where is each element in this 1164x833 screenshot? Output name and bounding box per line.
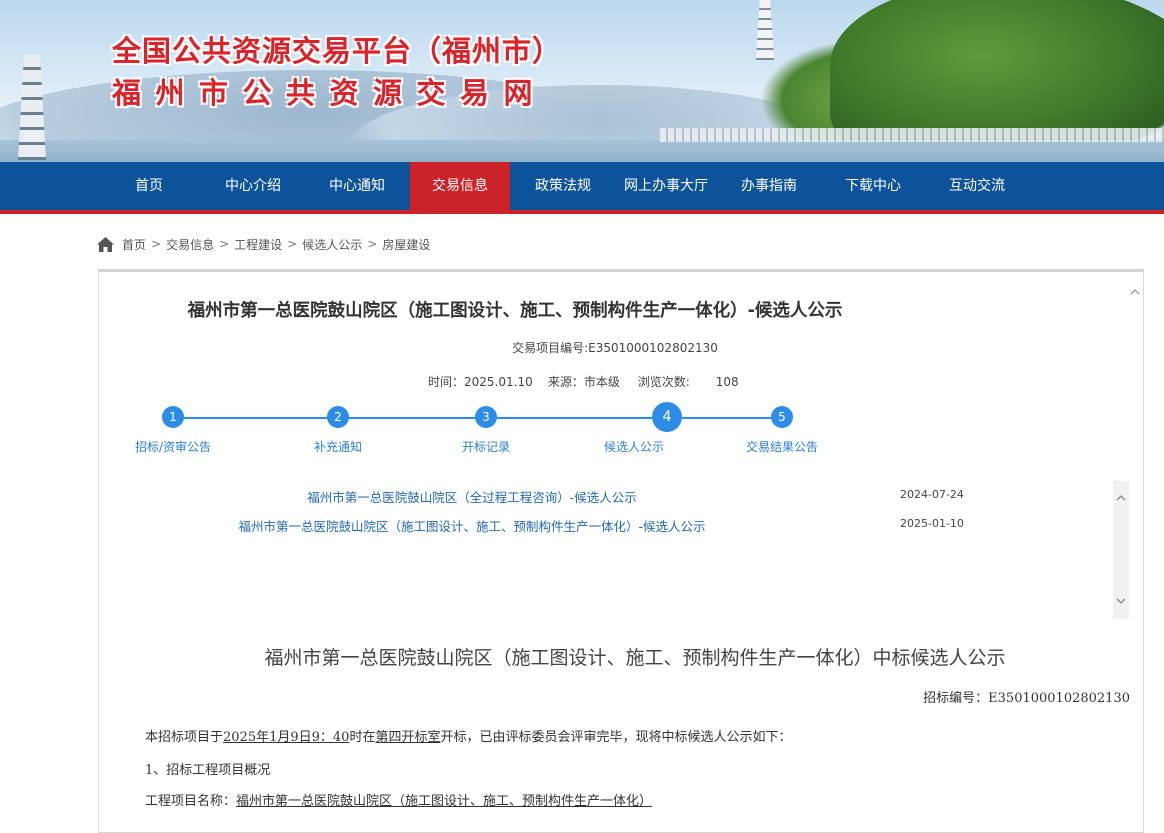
para1-room: 第四开标室 [375,730,441,745]
step-label-3[interactable]: 开标记录 [462,438,510,455]
breadcrumb-candidates[interactable]: 候选人公示 [302,236,362,253]
nav-item-online-hall[interactable]: 网上办事大厅 [612,162,720,210]
breadcrumb-trade-info[interactable]: 交易信息 [166,236,214,253]
banner-water [0,140,1164,162]
views-value: 108 [715,375,739,389]
page-title: 福州市第一总医院鼓山院区（施工图设计、施工、预制构件生产一体化）-候选人公示 [187,301,843,321]
header-banner: 全国公共资源交易平台（福州市） 福州市公共资源交易网 [0,0,1164,162]
project-name-line: 工程项目名称：福州市第一总医院鼓山院区（施工图设计、施工、预制构件生产一体化） [145,790,652,809]
breadcrumb-separator: > [287,237,298,251]
related-date-1: 2024-07-24 [900,488,964,501]
para1-text-a: 本招标项目于 [145,730,224,745]
nav-item-policy[interactable]: 政策法规 [512,162,614,210]
related-link-2[interactable]: 福州市第一总医院鼓山院区（施工图设计、施工、预制构件生产一体化）-候选人公示 [238,516,705,535]
time-label: 时间： [428,375,465,389]
step-label-1[interactable]: 招标/资审公告 [135,438,211,455]
section-heading-1: 1、招标工程项目概况 [145,763,271,778]
chevron-up-icon[interactable] [1130,287,1140,297]
breadcrumb-home[interactable]: 首页 [122,236,146,253]
step-label-4[interactable]: 候选人公示 [604,438,664,455]
para1-text-c: 开标，已由评标委员会评审完毕，现将中标候选人公示如下： [440,730,792,745]
meta-info: 时间：2025.01.10 来源：市本级 浏览次数: 108 [428,373,739,390]
nav-item-trade-info[interactable]: 交易信息 [410,162,510,210]
project-code-label: 交易项目编号: [512,341,589,355]
step-3[interactable]: 3 [475,406,497,428]
nav-item-about[interactable]: 中心介绍 [202,162,304,210]
project-code-value: E3501000102802130 [588,341,718,355]
banner-railing [660,128,1164,142]
tender-code: 招标编号：E3501000102802130 [923,691,1130,706]
nav-item-home[interactable]: 首页 [98,162,200,210]
project-name-value: 福州市第一总医院鼓山院区（施工图设计、施工、预制构件生产一体化） [236,794,653,809]
nav-item-interaction[interactable]: 互动交流 [926,162,1028,210]
breadcrumb-construction[interactable]: 工程建设 [234,236,282,253]
views-label: 浏览次数: [637,375,690,389]
step-1[interactable]: 1 [162,406,184,428]
step-label-2[interactable]: 补充通知 [314,438,362,455]
related-link-1[interactable]: 福州市第一总医院鼓山院区（全过程工程咨询）-候选人公示 [307,487,637,506]
nav-item-downloads[interactable]: 下载中心 [822,162,924,210]
source-value: 市本级 [583,375,620,389]
breadcrumb: 首页 > 交易信息 > 工程建设 > 候选人公示 > 房屋建设 [97,234,430,254]
project-code: 交易项目编号:E3501000102802130 [0,339,1164,356]
time-value: 2025.01.10 [464,375,533,389]
scroll-down-icon[interactable] [1116,596,1126,606]
project-name-label: 工程项目名称： [145,794,237,809]
breadcrumb-separator: > [367,237,378,251]
nav-item-notices[interactable]: 中心通知 [306,162,408,210]
nav-item-guide[interactable]: 办事指南 [718,162,820,210]
source-label: 来源： [547,375,584,389]
para1-date: 2025年1月9日9：40 [223,730,350,745]
breadcrumb-separator: > [151,237,162,251]
related-date-2: 2025-01-10 [900,517,964,530]
step-label-5[interactable]: 交易结果公告 [746,438,818,455]
main-nav: 首页 中心介绍 中心通知 交易信息 政策法规 网上办事大厅 办事指南 下载中心 … [0,162,1164,214]
announcement-title: 福州市第一总医院鼓山院区（施工图设计、施工、预制构件生产一体化）中标候选人公示 [264,647,1006,669]
step-4-current[interactable]: 4 [652,402,682,432]
pagoda-icon-2 [755,0,775,60]
scroll-up-icon[interactable] [1116,493,1126,503]
site-title-line2: 福州市公共资源交易网 [112,76,548,110]
announcement-paragraph-1: 本招标项目于2025年1月9日9：40时在第四开标室开标，已由评标委员会评审完毕… [145,726,792,745]
site-title-line1: 全国公共资源交易平台（福州市） [112,34,563,68]
home-icon [97,236,114,252]
step-5[interactable]: 5 [771,406,793,428]
step-2[interactable]: 2 [327,406,349,428]
para1-text-b: 时在 [349,730,376,745]
breadcrumb-separator: > [219,237,230,251]
breadcrumb-building[interactable]: 房屋建设 [382,236,430,253]
